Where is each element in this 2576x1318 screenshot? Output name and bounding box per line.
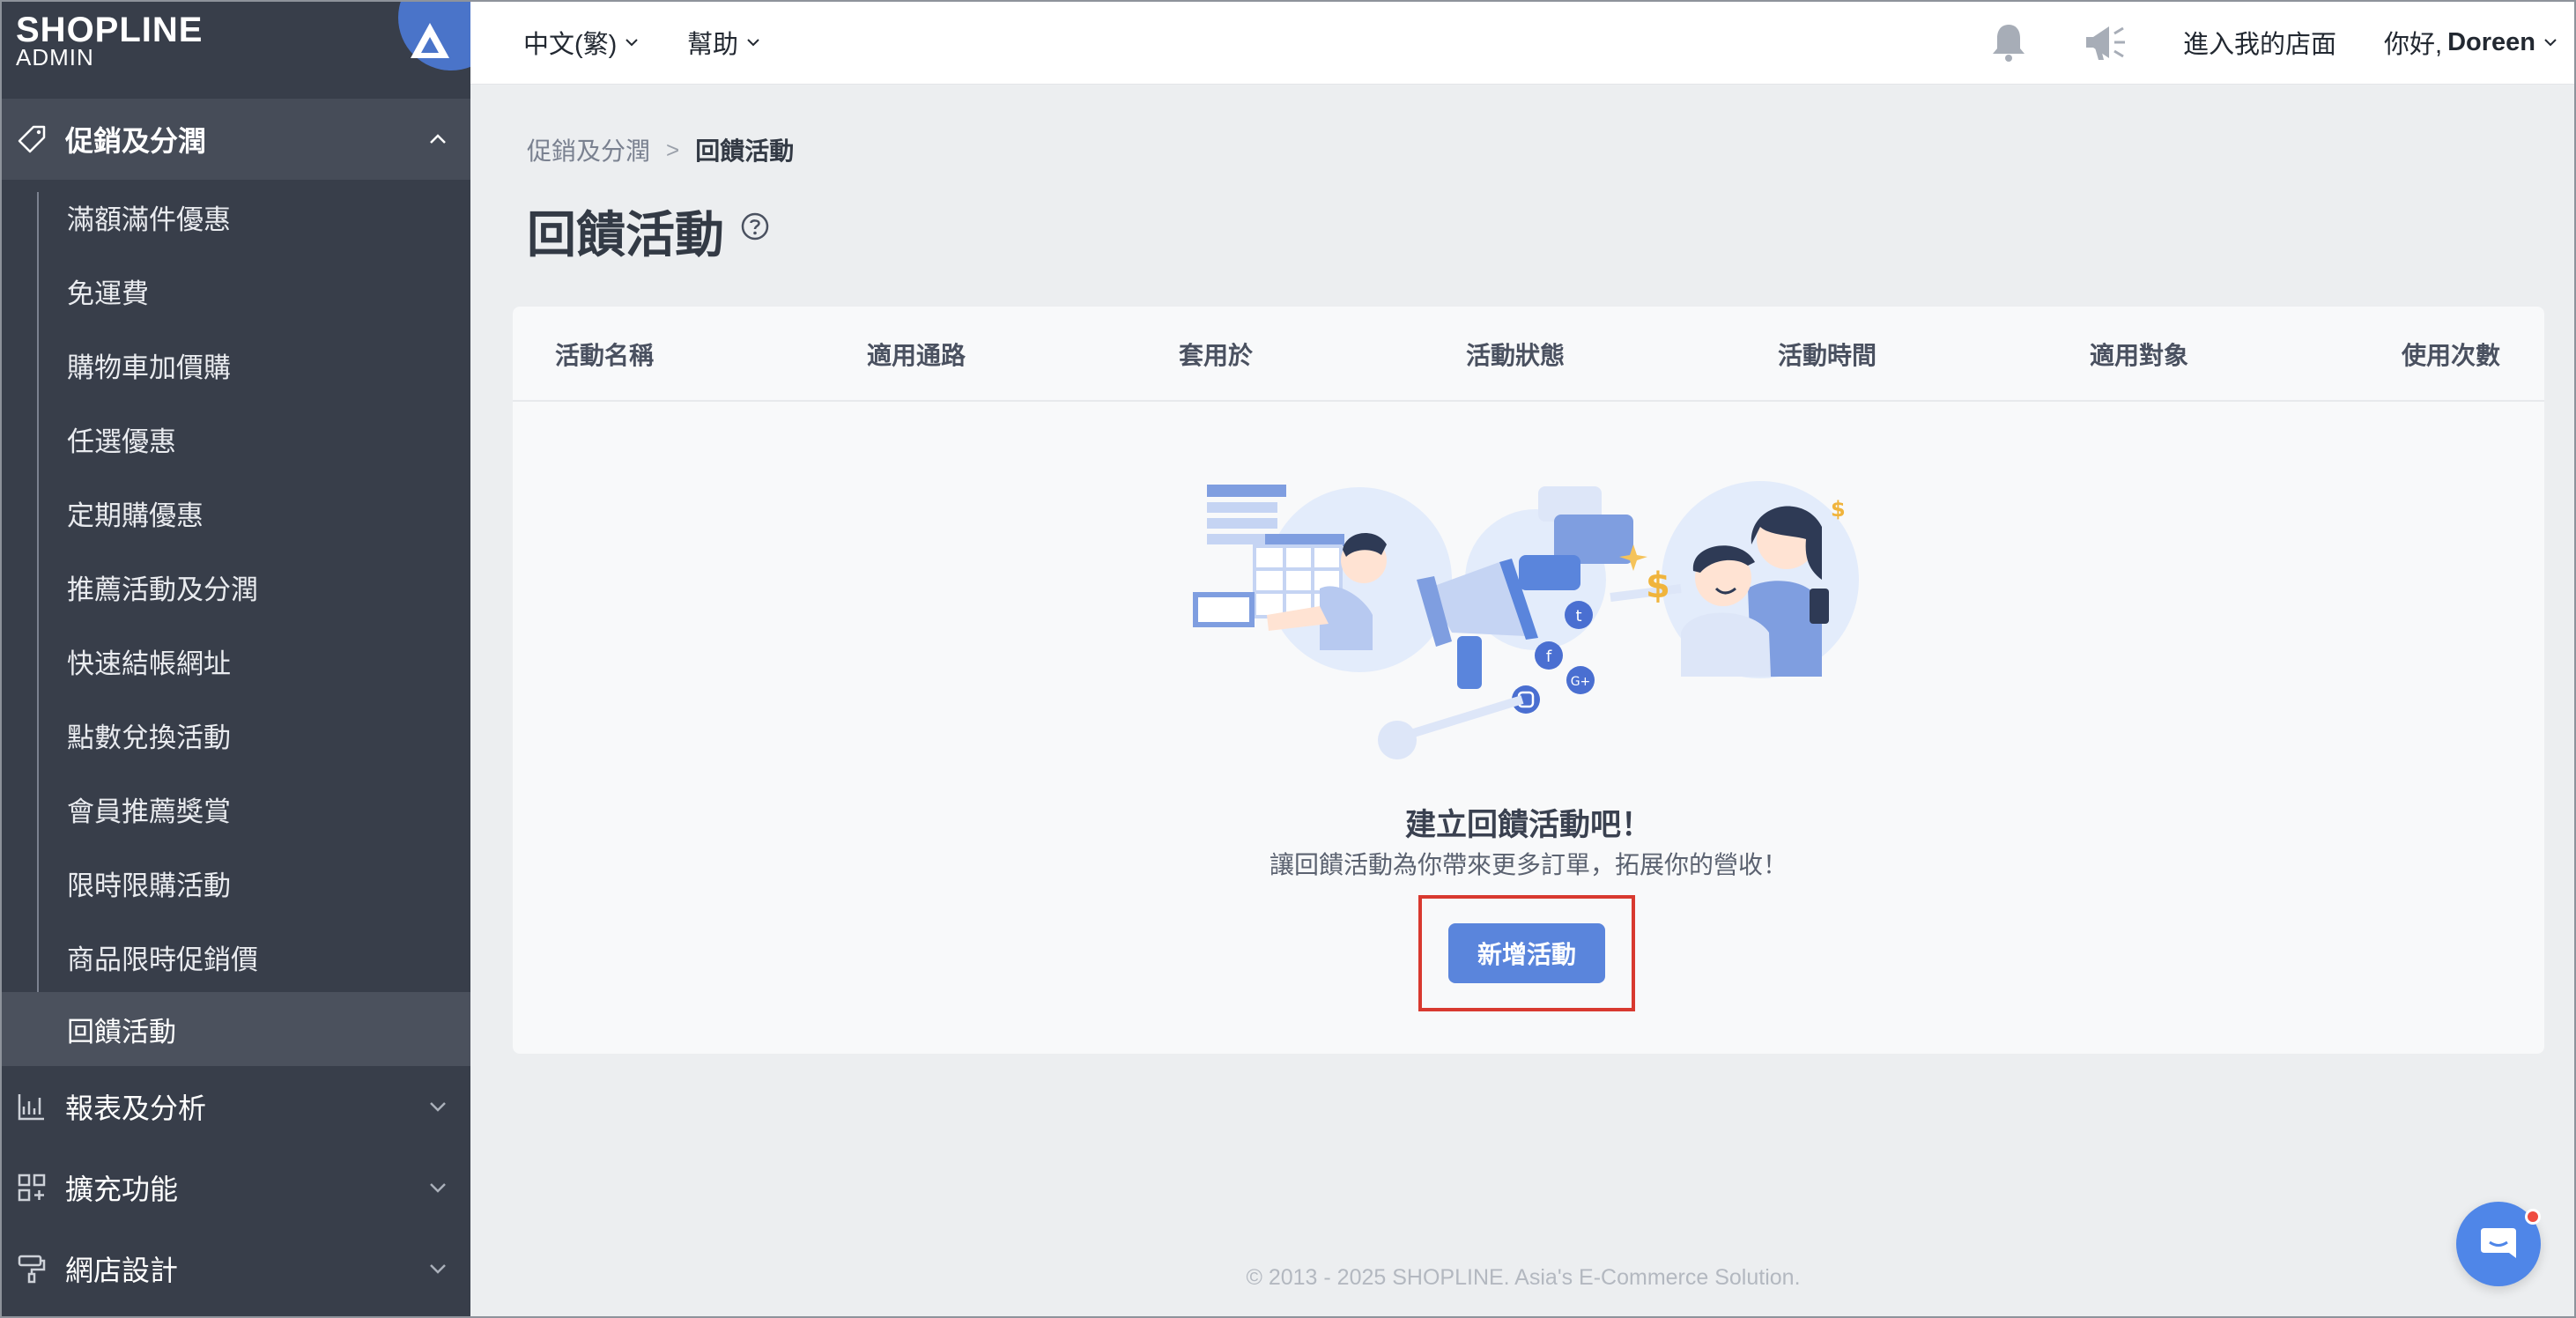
column-header: 適用對象	[2090, 342, 2189, 369]
sidebar-item-label: 商品限時促銷價	[67, 944, 258, 975]
top-bar: 中文(繁) 幫助 進入我的店面 你好, Doreen	[470, 0, 2576, 85]
sidebar-section-store-design[interactable]: 網店設計	[0, 1228, 470, 1309]
empty-state-illustration: t f G+ $ $	[1193, 481, 1859, 759]
chevron-down-icon	[430, 1183, 446, 1193]
tag-icon	[18, 125, 46, 153]
bell-icon[interactable]	[1988, 21, 2030, 63]
sidebar-item-bundle-pick[interactable]: 任選優惠	[0, 402, 470, 476]
sidebar-item-label: 限時限購活動	[67, 870, 231, 901]
sidebar-item-label: 推薦活動及分潤	[67, 574, 258, 605]
sidebar-item-spend-threshold[interactable]: 滿額滿件優惠	[0, 180, 470, 254]
sidebar-section-promotions[interactable]: 促銷及分潤	[0, 99, 470, 180]
breadcrumb-separator: >	[666, 136, 680, 163]
sidebar-item-label: 免運費	[67, 278, 149, 309]
sidebar-section-reports[interactable]: 報表及分析	[0, 1066, 470, 1147]
sidebar-item-label: 購物車加價購	[67, 352, 231, 383]
logo-subtitle: ADMIN	[16, 44, 94, 70]
sidebar-item-label: 會員推薦獎賞	[67, 796, 231, 827]
sidebar-section-label: 報表及分析	[65, 1092, 207, 1124]
chevron-down-icon	[625, 39, 639, 47]
empty-state-title: 建立回饋活動吧！	[1404, 808, 1652, 842]
language-label: 中文(繁)	[523, 31, 618, 59]
visit-store-link[interactable]: 進入我的店面	[2183, 0, 2336, 85]
visit-store-label: 進入我的店面	[2183, 31, 2337, 59]
chart-icon	[18, 1094, 44, 1121]
sidebar-section-label: 網店設計	[65, 1255, 179, 1286]
sidebar-item-flash-limit[interactable]: 限時限購活動	[0, 846, 470, 920]
sidebar-item-label: 快速結帳網址	[67, 648, 231, 679]
column-header: 活動狀態	[1466, 342, 1566, 369]
column-header: 活動名稱	[555, 342, 655, 369]
paint-roller-icon	[18, 1255, 46, 1284]
column-header: 使用次數	[2402, 342, 2501, 369]
help-menu[interactable]: 幫助	[687, 0, 761, 85]
footer-copyright: © 2013 - 2025 SHOPLINE. Asia's E-Commerc…	[1246, 1265, 1801, 1290]
user-menu[interactable]: 你好, Doreen	[2384, 0, 2558, 85]
svg-text:f: f	[1546, 648, 1552, 666]
question-circle-icon[interactable]	[740, 211, 770, 241]
sidebar-item-points-redeem[interactable]: 點數兌換活動	[0, 698, 470, 772]
svg-text:$: $	[1646, 566, 1670, 606]
sidebar-item-label: 定期購優惠	[67, 500, 204, 531]
sidebar-item-cashback[interactable]: 回饋活動	[0, 992, 470, 1066]
campaign-table-card: 活動名稱 適用通路 套用於 活動狀態 活動時間 適用對象 使用次數 t f G+…	[513, 307, 2544, 1054]
column-header: 適用通路	[867, 342, 966, 369]
chat-icon	[2481, 1228, 2516, 1258]
sidebar-item-label: 任選優惠	[67, 426, 176, 457]
sidebar-item-free-shipping[interactable]: 免運費	[0, 254, 470, 328]
chevron-up-icon	[430, 134, 446, 144]
apps-icon	[18, 1174, 46, 1202]
sidebar-item-affiliate[interactable]: 推薦活動及分潤	[0, 550, 470, 624]
logo[interactable]: SHOPLINE ADMIN	[0, 0, 470, 95]
sidebar-item-label: 點數兌換活動	[67, 722, 231, 753]
language-selector[interactable]: 中文(繁)	[523, 0, 640, 85]
sidebar-section-label: 促銷及分潤	[65, 125, 207, 157]
chevron-down-icon	[430, 1102, 446, 1112]
column-header: 活動時間	[1778, 342, 1877, 369]
empty-state-subtitle: 讓回饋活動為你帶來更多訂單，拓展你的營收！	[1269, 851, 1788, 878]
sidebar: SHOPLINE ADMIN 促銷及分潤 滿額滿件優惠 免運費 購物車加價購 任…	[0, 0, 470, 1318]
svg-text:$: $	[1831, 497, 1846, 522]
help-label: 幫助	[687, 31, 739, 59]
sidebar-item-cart-addon[interactable]: 購物車加價購	[0, 328, 470, 402]
user-name: Doreen	[2447, 27, 2535, 56]
shopline-badge-icon	[398, 0, 470, 70]
page-title: 回饋活動	[527, 207, 724, 263]
sidebar-item-express-checkout[interactable]: 快速結帳網址	[0, 624, 470, 698]
breadcrumb: 促銷及分潤 > 回饋活動	[527, 132, 794, 167]
svg-text:t: t	[1575, 607, 1581, 626]
chevron-down-icon	[430, 1264, 446, 1274]
svg-text:G+: G+	[1571, 675, 1591, 689]
sidebar-item-member-referral[interactable]: 會員推薦獎賞	[0, 772, 470, 846]
sidebar-section-label: 擴充功能	[65, 1174, 179, 1205]
column-header: 套用於	[1179, 342, 1254, 369]
chevron-down-icon	[2544, 39, 2557, 47]
sidebar-item-product-flash-price[interactable]: 商品限時促銷價	[0, 920, 470, 994]
sidebar-item-subscription[interactable]: 定期購優惠	[0, 476, 470, 550]
breadcrumb-parent[interactable]: 促銷及分潤	[527, 132, 650, 167]
sidebar-item-label: 回饋活動	[67, 1016, 176, 1048]
notification-dot	[2525, 1209, 2541, 1225]
sidebar-section-extensions[interactable]: 擴充功能	[0, 1147, 470, 1228]
breadcrumb-current: 回饋活動	[695, 137, 795, 165]
sidebar-item-label: 滿額滿件優惠	[67, 204, 231, 235]
add-campaign-button[interactable]: 新增活動	[1448, 923, 1605, 983]
greeting-label: 你好,	[2384, 31, 2443, 59]
table-header: 活動名稱 適用通路 套用於 活動狀態 活動時間 適用對象 使用次數	[513, 307, 2544, 402]
chevron-down-icon	[747, 39, 759, 47]
megaphone-icon[interactable]	[2083, 21, 2128, 63]
